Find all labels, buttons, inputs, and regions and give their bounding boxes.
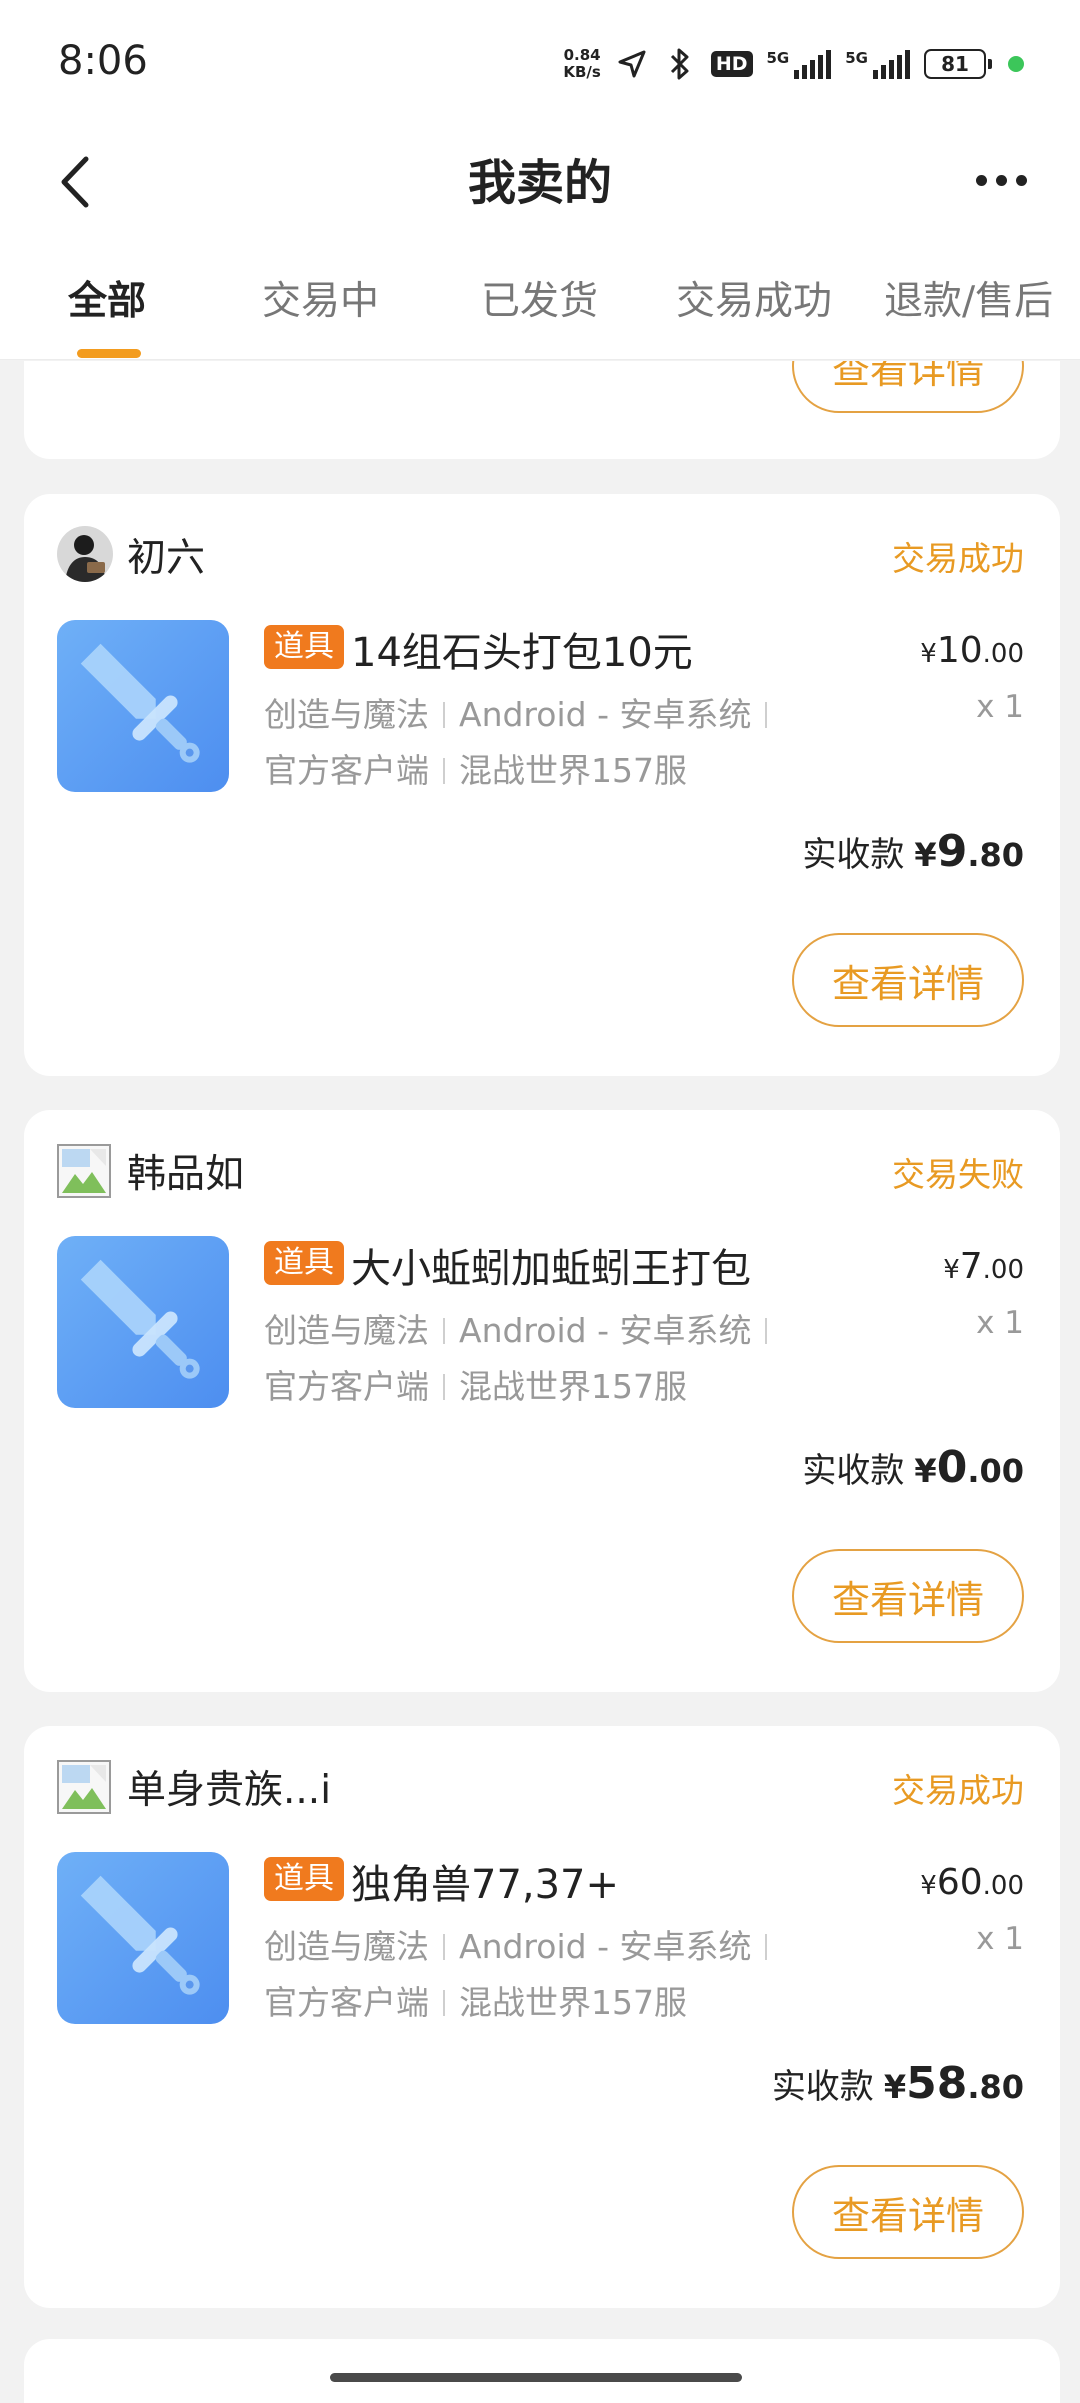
seller-name: 韩品如: [127, 1152, 245, 1197]
order-card-partial: 查看详情: [24, 361, 1060, 459]
order-card: 韩品如 交易失败 道具 大小蚯蚓加蚯蚓王打包 创造与魔法 Android - 安卓…: [24, 1110, 1060, 1692]
item-meta-line-1: 创造与魔法 Android - 安卓系统: [264, 1304, 781, 1352]
location-arrow-icon: [615, 46, 649, 82]
item-tag: 道具: [264, 1857, 344, 1901]
view-details-button[interactable]: 查看详情: [792, 361, 1024, 413]
view-details-button[interactable]: 查看详情: [792, 1549, 1024, 1643]
broken-image-icon: [57, 1760, 111, 1814]
order-tabs: 全部 交易中 已发货 交易成功 退款/售后: [0, 240, 1080, 360]
order-card: 单身贵族...i 交易成功 道具 独角兽77,37+ 创造与魔法 Android …: [24, 1726, 1060, 2308]
item-quantity: x 1: [976, 1305, 1024, 1341]
seller-name: 单身贵族...i: [127, 1768, 332, 1813]
sword-icon: [57, 620, 229, 792]
page: 8:06 0.84 KB/s HD 5G 5G 81 我卖的 全部 交易中 已发…: [0, 0, 1080, 2403]
network-type-2: 5G: [845, 49, 868, 67]
item-meta-line-2: 官方客户端 混战世界157服: [264, 1976, 687, 2024]
network-speed-value: 0.84: [563, 46, 601, 64]
item-quantity: x 1: [976, 1921, 1024, 1957]
item-quantity: x 1: [976, 689, 1024, 725]
platform: Android - 安卓系统: [459, 1927, 752, 1966]
item-tag: 道具: [264, 1241, 344, 1285]
item-title[interactable]: 大小蚯蚓加蚯蚓王打包: [351, 1236, 751, 1294]
amount-received: 实收款 ¥9.80: [802, 826, 1024, 877]
platform: Android - 安卓系统: [459, 1311, 752, 1350]
item-meta-line-1: 创造与魔法 Android - 安卓系统: [264, 688, 781, 736]
sword-icon: [57, 1852, 229, 2024]
seller-name: 初六: [127, 536, 206, 581]
status-badge: 交易成功: [892, 539, 1024, 578]
status-time: 8:06: [58, 38, 148, 84]
order-card: 初六 交易成功 道具 14组石头打包10元 创造与魔法 Android - 安卓系…: [24, 494, 1060, 1076]
status-badge: 交易成功: [892, 1771, 1024, 1810]
game-name: 创造与魔法: [264, 1927, 429, 1966]
tab-indicator: [77, 349, 141, 358]
item-price: ¥60.00: [920, 1862, 1024, 1903]
page-title: 我卖的: [467, 155, 612, 211]
avatar: [57, 526, 113, 582]
nav-header: 我卖的: [0, 125, 1080, 240]
battery-icon: 81: [924, 49, 992, 79]
item-meta-line-2: 官方客户端 混战世界157服: [264, 744, 687, 792]
tab-in-progress[interactable]: 交易中: [262, 270, 379, 326]
amount-received: 实收款 ¥0.00: [802, 1442, 1024, 1493]
bluetooth-icon: [663, 46, 697, 82]
network-type-1: 5G: [766, 49, 790, 67]
client-type: 官方客户端: [264, 751, 429, 790]
platform: Android - 安卓系统: [459, 695, 752, 734]
status-badge: 交易失败: [892, 1155, 1024, 1194]
battery-level: 81: [941, 52, 969, 76]
client-type: 官方客户端: [264, 1983, 429, 2022]
item-title[interactable]: 独角兽77,37+: [351, 1852, 619, 1910]
tab-completed[interactable]: 交易成功: [676, 270, 832, 326]
tab-refund[interactable]: 退款/售后: [884, 270, 1053, 326]
server-name: 混战世界157服: [459, 1367, 687, 1406]
network-speed: 0.84 KB/s: [563, 47, 600, 81]
order-card-next: [24, 2339, 1060, 2403]
item-tag: 道具: [264, 625, 344, 669]
hd-badge: HD: [710, 51, 753, 77]
item-price: ¥10.00: [920, 630, 1024, 671]
client-type: 官方客户端: [264, 1367, 429, 1406]
order-list[interactable]: 查看详情 初六 交易成功 道具 14组石头打包10元 创造与魔法 Android…: [0, 361, 1080, 2403]
game-name: 创造与魔法: [264, 695, 429, 734]
signal-strength-icon-2: 5G: [845, 49, 910, 79]
sword-icon: [57, 1236, 229, 1408]
charging-dot: [1008, 56, 1024, 72]
item-meta-line-1: 创造与魔法 Android - 安卓系统: [264, 1920, 781, 1968]
tab-shipped[interactable]: 已发货: [481, 270, 598, 326]
item-title[interactable]: 14组石头打包10元: [351, 620, 693, 678]
status-bar: 8:06 0.84 KB/s HD 5G 5G 81: [0, 0, 1080, 125]
signal-strength-icon: 5G: [767, 49, 832, 79]
game-name: 创造与魔法: [264, 1311, 429, 1350]
tab-all[interactable]: 全部: [68, 270, 146, 326]
server-name: 混战世界157服: [459, 1983, 687, 2022]
item-meta-line-2: 官方客户端 混战世界157服: [264, 1360, 687, 1408]
status-icons: 0.84 KB/s HD 5G 5G 81: [563, 44, 1024, 84]
home-indicator[interactable]: [330, 2373, 742, 2382]
amount-received: 实收款 ¥58.80: [771, 2058, 1024, 2109]
item-price: ¥7.00: [943, 1246, 1024, 1287]
view-details-button[interactable]: 查看详情: [792, 933, 1024, 1027]
view-details-button[interactable]: 查看详情: [792, 2165, 1024, 2259]
more-icon[interactable]: [966, 150, 1036, 210]
network-speed-unit: KB/s: [563, 63, 601, 81]
server-name: 混战世界157服: [459, 751, 687, 790]
broken-image-icon: [57, 1144, 111, 1198]
